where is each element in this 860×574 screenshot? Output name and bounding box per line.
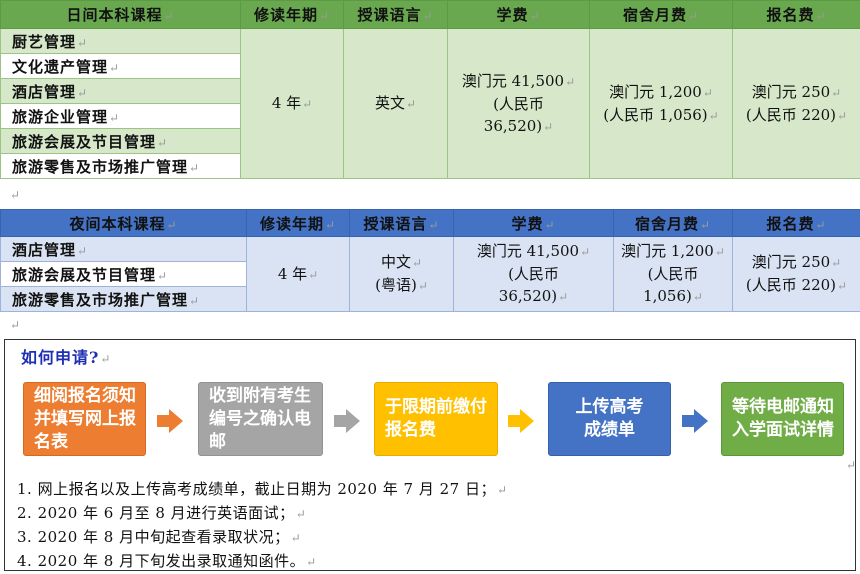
night-course-cell: 旅游零售及市场推广管理↵ bbox=[0, 286, 247, 312]
arrow-right-icon bbox=[169, 409, 183, 433]
day-course-cell: 厨艺管理↵ bbox=[0, 28, 241, 54]
arrow-right-icon bbox=[682, 415, 694, 427]
night-language-cell: 中文↵ (粤语)↵ bbox=[349, 236, 454, 312]
night-years-cell: 4 年↵ bbox=[246, 236, 350, 312]
day-header-fee: 报名费↵ bbox=[732, 0, 860, 29]
day-header-tuition: 学费↵ bbox=[447, 0, 590, 29]
day-tuition-cell: 澳门元 41,500↵ (人民币 36,520)↵ bbox=[447, 28, 590, 179]
arrow-right-icon bbox=[346, 409, 360, 433]
day-header-years: 修读年期↵ bbox=[240, 0, 344, 29]
note-item-1: 1. 网上报名以及上传高考成绩单，截止日期为 2020 年 7 月 27 日；↵ bbox=[17, 480, 508, 498]
night-tuition-cell: 澳门元 41,500↵ (人民币 36,520)↵ bbox=[453, 236, 614, 312]
day-dorm-cell: 澳门元 1,200↵ (人民币 1,056)↵ bbox=[589, 28, 733, 179]
arrow-right-icon bbox=[334, 415, 346, 427]
note-item-4: 4. 2020 年 8 月下旬发出录取通知函件。↵ bbox=[17, 552, 317, 570]
night-courses-table: 夜间本科课程↵ 修读年期↵ 授课语言↵ 学费↵ 宿舍月费↵ 报名费↵ 酒店管理↵… bbox=[0, 209, 860, 312]
step-5-box: 等待电邮通知入学面试详情 bbox=[721, 382, 844, 456]
arrow-right-icon bbox=[157, 415, 169, 427]
table-row: 酒店管理↵ 4 年↵ 中文↵ (粤语)↵ 澳门元 41,500↵ (人民币 36… bbox=[0, 236, 860, 312]
table-row: 厨艺管理↵ 4 年↵ 英文↵ 澳门元 41,500↵ (人民币 36,520)↵… bbox=[0, 28, 860, 179]
paragraph-mark: ↵ bbox=[10, 318, 21, 332]
paragraph-mark: ↵ bbox=[10, 188, 21, 202]
step-4-box: 上传高考 成绩单 bbox=[548, 382, 671, 456]
arrow-right-icon bbox=[694, 409, 708, 433]
day-years-cell: 4 年↵ bbox=[240, 28, 344, 179]
paragraph-mark: ↵ bbox=[846, 458, 857, 472]
day-header-dorm: 宿舍月费↵ bbox=[589, 0, 733, 29]
night-fee-cell: 澳门元 250↵ (人民币 220)↵ bbox=[732, 236, 860, 312]
night-header-course: 夜间本科课程↵ bbox=[0, 209, 247, 237]
day-course-cell: 酒店管理↵ bbox=[0, 78, 241, 104]
how-to-apply-title: 如何申请?↵ bbox=[21, 348, 112, 367]
day-course-cell: 旅游企业管理↵ bbox=[0, 103, 241, 129]
night-header-dorm: 宿舍月费↵ bbox=[613, 209, 733, 237]
day-course-cell: 旅游零售及市场推广管理↵ bbox=[0, 153, 241, 179]
night-course-cell: 旅游会展及节目管理↵ bbox=[0, 261, 247, 287]
arrow-right-icon bbox=[520, 409, 534, 433]
day-course-cell: 旅游会展及节目管理↵ bbox=[0, 128, 241, 154]
day-fee-cell: 澳门元 250↵ (人民币 220)↵ bbox=[732, 28, 860, 179]
step-3-box: 于限期前缴付报名费 bbox=[374, 382, 498, 456]
night-dorm-cell: 澳门元 1,200↵ (人民币 1,056)↵ bbox=[613, 236, 733, 312]
day-table-header-row: 日间本科课程↵ 修读年期↵ 授课语言↵ 学费↵ 宿舍月费↵ 报名费↵ bbox=[0, 0, 860, 29]
night-header-years: 修读年期↵ bbox=[246, 209, 350, 237]
day-course-cell: 文化遗产管理↵ bbox=[0, 53, 241, 79]
note-item-2: 2. 2020 年 6 月至 8 月进行英语面试；↵ bbox=[17, 504, 307, 522]
day-header-language: 授课语言↵ bbox=[343, 0, 448, 29]
note-item-3: 3. 2020 年 8 月中旬起查看录取状况；↵ bbox=[17, 528, 302, 546]
arrow-right-icon bbox=[508, 415, 520, 427]
night-header-fee: 报名费↵ bbox=[732, 209, 860, 237]
night-table-header-row: 夜间本科课程↵ 修读年期↵ 授课语言↵ 学费↵ 宿舍月费↵ 报名费↵ bbox=[0, 209, 860, 237]
step-1-box: 细阅报名须知并填写网上报名表 bbox=[23, 382, 146, 456]
day-courses-table: 日间本科课程↵ 修读年期↵ 授课语言↵ 学费↵ 宿舍月费↵ 报名费↵ 厨艺管理↵… bbox=[0, 0, 860, 179]
night-course-cell: 酒店管理↵ bbox=[0, 236, 247, 262]
day-language-cell: 英文↵ bbox=[343, 28, 448, 179]
night-header-language: 授课语言↵ bbox=[349, 209, 454, 237]
night-header-tuition: 学费↵ bbox=[453, 209, 614, 237]
step-2-box: 收到附有考生编号之确认电邮 bbox=[198, 382, 323, 456]
day-header-course: 日间本科课程↵ bbox=[0, 0, 241, 29]
how-to-apply-box: 如何申请?↵ 细阅报名须知并填写网上报名表 收到附有考生编号之确认电邮 于限期前… bbox=[4, 339, 856, 571]
